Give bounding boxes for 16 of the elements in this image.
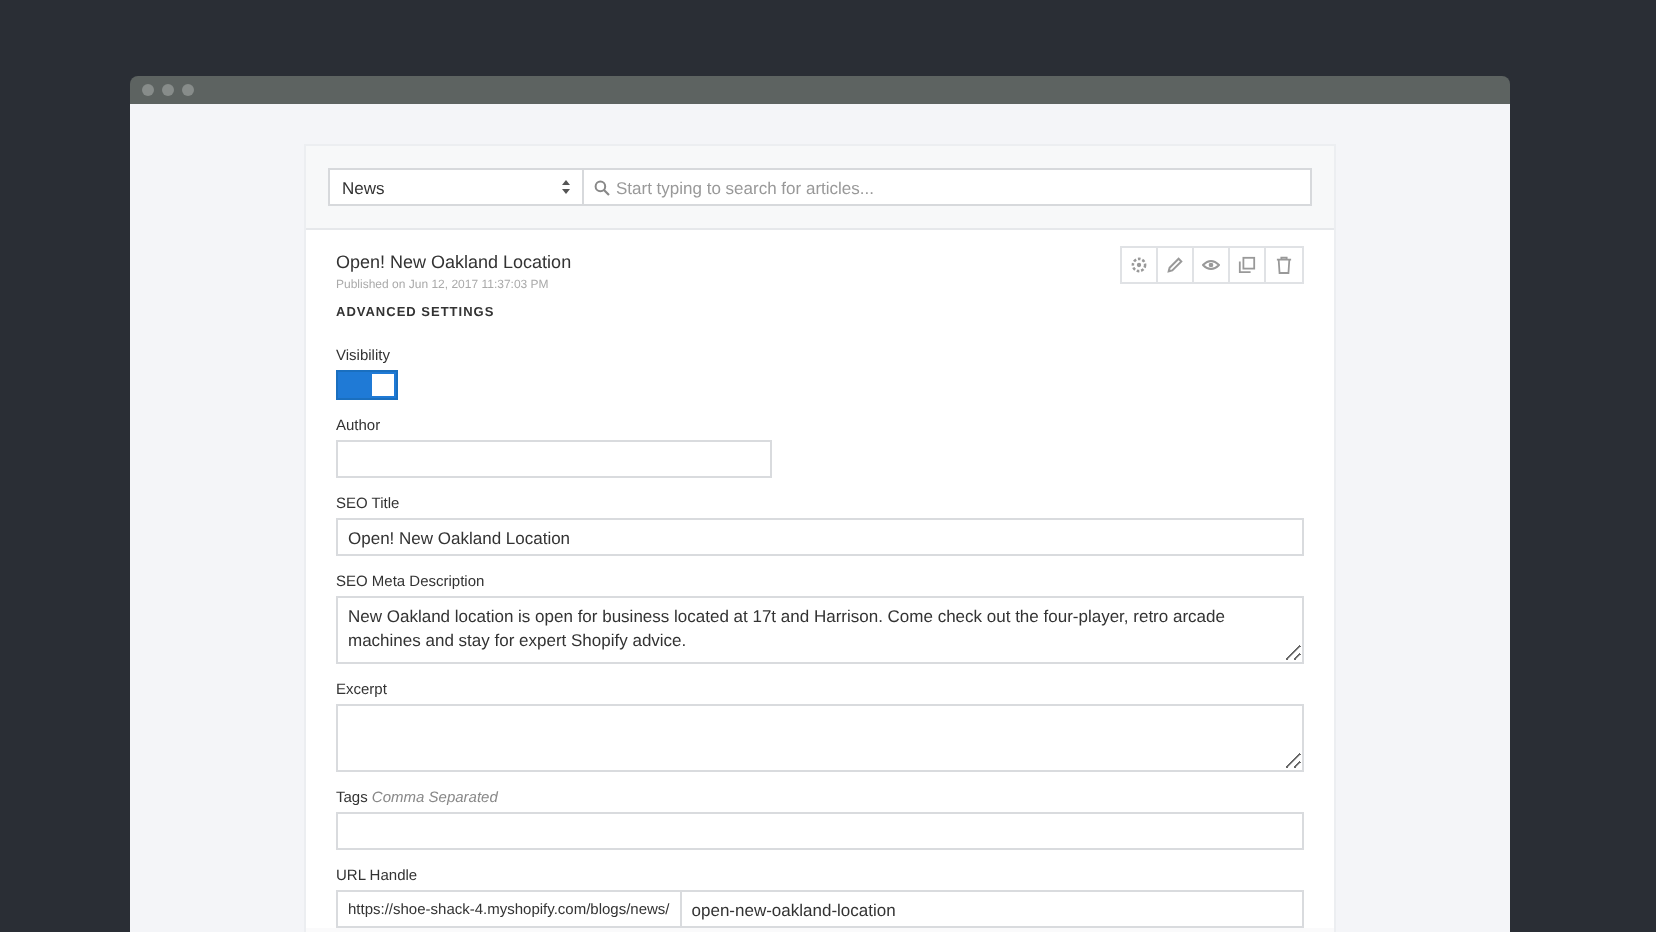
search-field[interactable]: Start typing to search for articles... — [584, 168, 1312, 206]
blog-select[interactable]: News — [328, 168, 584, 206]
gear-icon — [1130, 256, 1148, 274]
article-title: Open! New Oakland Location — [336, 252, 572, 272]
trash-icon — [1276, 256, 1292, 274]
text-field[interactable]: Open! New Oakland Location — [336, 518, 1304, 556]
select-arrows-icon — [562, 180, 570, 194]
select-value: News — [342, 177, 385, 197]
url-handle-field[interactable]: open-new-oakland-location — [679, 890, 1304, 928]
text-field[interactable] — [336, 812, 1304, 850]
copy-icon — [1238, 256, 1256, 274]
visibility-toggle[interactable] — [336, 370, 398, 400]
text-area[interactable]: New Oakland location is open for business located at 17t and Harrison. Come check out the four-player, retro arcade machines and stay for expert Shopify advice. — [336, 596, 1304, 664]
eye-icon — [1202, 258, 1220, 272]
text-field[interactable] — [336, 440, 772, 478]
pencil-icon — [1166, 256, 1184, 274]
